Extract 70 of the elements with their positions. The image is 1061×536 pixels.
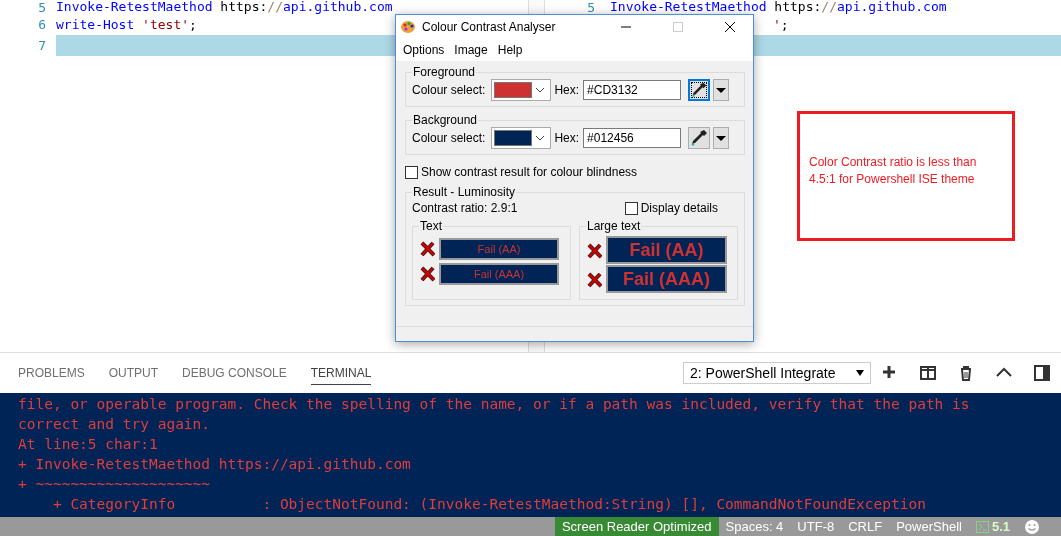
checkbox-label: Show contrast result for colour blindness bbox=[421, 165, 638, 179]
terminal-line: At line:5 char:1 bbox=[18, 435, 159, 454]
triangle-down-icon bbox=[856, 370, 864, 376]
terminal-line: file, or operable program. Check the spelling of the name, or if a path was included, verify that the path is bbox=[18, 395, 971, 414]
triangle-down-icon bbox=[716, 87, 727, 93]
plus-icon[interactable] bbox=[882, 365, 898, 381]
result-sample: Fail (AA) bbox=[439, 238, 559, 260]
dropdown-button[interactable] bbox=[713, 127, 730, 149]
result-sample: Fail (AAA) bbox=[606, 265, 727, 293]
panel-tab[interactable]: PROBLEMS bbox=[18, 361, 85, 385]
status-item[interactable]: Spaces: 4 bbox=[718, 517, 791, 536]
window-title: Colour Contrast Analyser bbox=[422, 20, 557, 34]
split-icon[interactable] bbox=[920, 365, 936, 381]
terminal-line: + ~~~~~~~~~~~~~~~~~~~~ bbox=[18, 475, 212, 494]
code-line: write-Host 'test'; bbox=[56, 17, 197, 32]
result-sample: Fail (AAA) bbox=[439, 263, 559, 285]
hex-field[interactable]: #012456 bbox=[583, 128, 682, 148]
status-item[interactable]: UTF-8 bbox=[790, 517, 842, 536]
code-line: Invoke-RetestMaethod https://api.github.com bbox=[610, 0, 947, 14]
status-item[interactable]: Screen Reader Optimized bbox=[554, 517, 719, 536]
hex-field[interactable]: #CD3132 bbox=[583, 80, 682, 100]
checkbox[interactable] bbox=[405, 165, 418, 179]
colour-dropdown[interactable] bbox=[491, 127, 552, 149]
eyedropper-icon bbox=[689, 128, 710, 148]
terminal-line: + CategoryInfo : ObjectNotFound: (Invoke-RetestMaethod:String) [], CommandNotFoundException bbox=[51, 495, 927, 514]
maximize-icon bbox=[673, 22, 683, 32]
field-label: Colour select: bbox=[412, 131, 486, 145]
terminal-icon bbox=[975, 520, 989, 533]
palette-icon bbox=[400, 19, 416, 35]
trash-icon[interactable] bbox=[958, 365, 974, 381]
smiley-icon[interactable] bbox=[1024, 518, 1040, 535]
line-number: 5 bbox=[586, 0, 595, 15]
terminal-line: correct and try again. bbox=[18, 415, 212, 434]
annotation-text: Color Contrast ratio is less than 4.5:1 for Powershell ISE theme bbox=[809, 154, 978, 188]
menu-item[interactable]: Image bbox=[449, 39, 493, 61]
group-label: Large text bbox=[586, 219, 642, 233]
field-label: Hex: bbox=[554, 131, 580, 145]
menu-item[interactable]: Options bbox=[398, 39, 450, 61]
chevron-down-icon bbox=[535, 134, 546, 142]
panel-tab[interactable]: TERMINAL bbox=[310, 361, 372, 385]
panel-tab[interactable]: OUTPUT bbox=[108, 361, 159, 385]
result-sample: Fail (AA) bbox=[606, 236, 727, 264]
group-label: Background bbox=[412, 113, 479, 127]
group-label: Result - Luminosity bbox=[412, 185, 517, 199]
terminal-line: + Invoke-RetestMaethod https://api.github.com bbox=[18, 455, 412, 474]
line-number: 6 bbox=[37, 17, 46, 32]
status-item[interactable]: PowerShell bbox=[889, 517, 969, 536]
eyedropper-button[interactable] bbox=[688, 79, 711, 101]
line-number: 5 bbox=[37, 0, 46, 15]
panel-icon[interactable] bbox=[1034, 365, 1050, 381]
code-line: '; bbox=[773, 17, 789, 32]
triangle-down-icon bbox=[716, 135, 727, 141]
status-item[interactable]: CRLF bbox=[841, 517, 890, 536]
terminal-dropdown[interactable]: 2: PowerShell Integrate bbox=[683, 362, 871, 384]
panel-tab[interactable]: DEBUG CONSOLE bbox=[182, 361, 287, 385]
field-label: Hex: bbox=[554, 83, 580, 97]
checkbox[interactable] bbox=[624, 201, 638, 215]
eyedropper-button[interactable] bbox=[688, 127, 711, 149]
chevron-down-icon bbox=[535, 86, 546, 94]
line-number: 7 bbox=[37, 38, 46, 53]
checkbox-label: Display details bbox=[640, 201, 718, 215]
field-label: Colour select: bbox=[412, 83, 486, 97]
dropdown-button[interactable] bbox=[713, 79, 730, 101]
eyedropper-icon bbox=[690, 80, 709, 100]
group-label: Foreground bbox=[412, 65, 477, 79]
menu-item[interactable]: Help bbox=[492, 39, 528, 61]
close-icon bbox=[725, 22, 735, 32]
contrast-ratio: Contrast ratio: 2.9:1 bbox=[412, 201, 518, 215]
code-line: Invoke-RetestMaethod https://api.github.com bbox=[56, 0, 393, 14]
group-label: Text bbox=[419, 219, 443, 233]
